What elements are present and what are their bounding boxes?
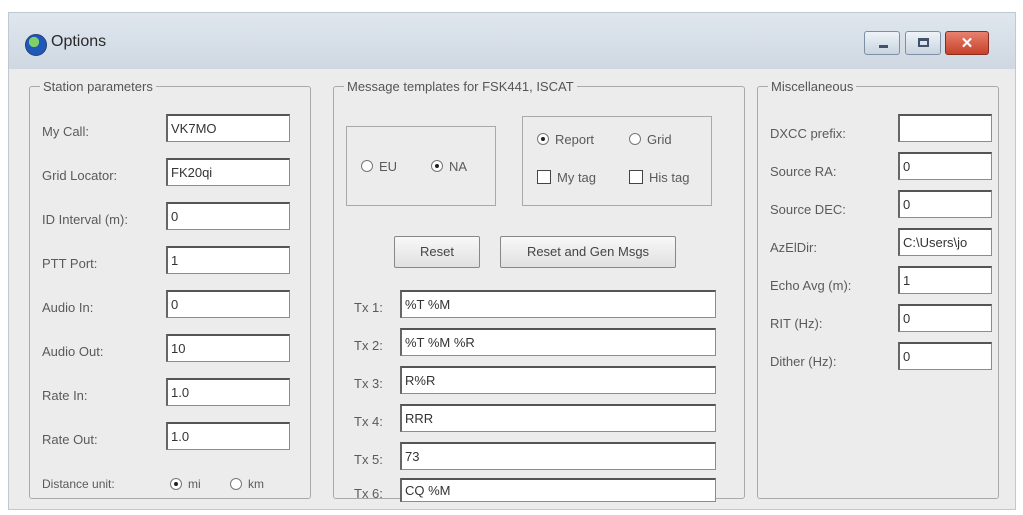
distance-km-radio[interactable] bbox=[230, 478, 242, 490]
tx2-label: Tx 2: bbox=[354, 338, 383, 353]
tx5-label: Tx 5: bbox=[354, 452, 383, 467]
distance-unit-label: Distance unit: bbox=[42, 477, 115, 491]
distance-mi-label: mi bbox=[188, 477, 201, 491]
rate-in-label: Rate In: bbox=[42, 388, 88, 403]
echo-avg-input[interactable]: 1 bbox=[898, 266, 992, 294]
station-parameters-group: Station parameters My Call: VK7MO Grid L… bbox=[29, 79, 311, 499]
options-window: Options ✕ Station parameters My Call: VK… bbox=[8, 12, 1016, 510]
globe-icon bbox=[25, 34, 47, 56]
his-tag-label: His tag bbox=[649, 170, 690, 185]
options-content: Station parameters My Call: VK7MO Grid L… bbox=[21, 73, 1001, 503]
close-button[interactable]: ✕ bbox=[945, 31, 989, 55]
azeldir-input[interactable]: C:\Users\jo bbox=[898, 228, 992, 256]
grid-label: Grid bbox=[647, 132, 672, 147]
my-call-input[interactable]: VK7MO bbox=[166, 114, 290, 142]
rit-input[interactable]: 0 bbox=[898, 304, 992, 332]
maximize-button[interactable] bbox=[905, 31, 941, 55]
region-box: EU NA bbox=[346, 126, 496, 206]
azeldir-label: AzElDir: bbox=[770, 240, 817, 255]
region-na-label: NA bbox=[449, 159, 468, 174]
reset-button[interactable]: Reset bbox=[394, 236, 480, 268]
tx3-label: Tx 3: bbox=[354, 376, 383, 391]
ptt-port-label: PTT Port: bbox=[42, 256, 98, 271]
maximize-icon bbox=[918, 38, 929, 47]
audio-out-input[interactable]: 10 bbox=[166, 334, 290, 362]
id-interval-input[interactable]: 0 bbox=[166, 202, 290, 230]
tx6-input[interactable]: CQ %M bbox=[400, 478, 716, 502]
rit-label: RIT (Hz): bbox=[770, 316, 823, 331]
distance-mi-radio[interactable] bbox=[170, 478, 182, 490]
report-options-box: Report Grid My tag His tag bbox=[522, 116, 712, 206]
tx5-input[interactable]: 73 bbox=[400, 442, 716, 470]
dither-label: Dither (Hz): bbox=[770, 354, 837, 369]
echo-avg-label: Echo Avg (m): bbox=[770, 278, 852, 293]
source-dec-input[interactable]: 0 bbox=[898, 190, 992, 218]
report-label: Report bbox=[555, 132, 595, 147]
region-eu-radio[interactable] bbox=[361, 160, 373, 172]
my-call-label: My Call: bbox=[42, 124, 89, 139]
window-title: Options bbox=[51, 33, 107, 50]
audio-in-input[interactable]: 0 bbox=[166, 290, 290, 318]
miscellaneous-legend: Miscellaneous bbox=[771, 79, 854, 94]
title-bar[interactable]: Options ✕ bbox=[9, 13, 1015, 69]
my-tag-checkbox[interactable] bbox=[537, 170, 551, 184]
id-interval-label: ID Interval (m): bbox=[42, 212, 128, 227]
grid-locator-label: Grid Locator: bbox=[42, 168, 118, 183]
ptt-port-input[interactable]: 1 bbox=[166, 246, 290, 274]
tx1-input[interactable]: %T %M bbox=[400, 290, 716, 318]
message-templates-legend: Message templates for FSK441, ISCAT bbox=[347, 79, 574, 94]
dither-input[interactable]: 0 bbox=[898, 342, 992, 370]
rate-out-label: Rate Out: bbox=[42, 432, 98, 447]
minimize-icon bbox=[879, 45, 888, 48]
close-icon: ✕ bbox=[960, 35, 974, 52]
source-dec-label: Source DEC: bbox=[770, 202, 846, 217]
rate-out-input[interactable]: 1.0 bbox=[166, 422, 290, 450]
distance-km-label: km bbox=[248, 477, 264, 491]
tx3-input[interactable]: R%R bbox=[400, 366, 716, 394]
report-radio[interactable] bbox=[537, 133, 549, 145]
reset-gen-msgs-button[interactable]: Reset and Gen Msgs bbox=[500, 236, 676, 268]
dxcc-prefix-label: DXCC prefix: bbox=[770, 126, 846, 141]
grid-locator-input[interactable]: FK20qi bbox=[166, 158, 290, 186]
audio-out-label: Audio Out: bbox=[42, 344, 104, 359]
source-ra-label: Source RA: bbox=[770, 164, 837, 179]
minimize-button[interactable] bbox=[864, 31, 900, 55]
region-na-radio[interactable] bbox=[431, 160, 443, 172]
station-parameters-legend: Station parameters bbox=[43, 79, 153, 94]
rate-in-input[interactable]: 1.0 bbox=[166, 378, 290, 406]
dxcc-prefix-input[interactable] bbox=[898, 114, 992, 142]
tx4-label: Tx 4: bbox=[354, 414, 383, 429]
tx1-label: Tx 1: bbox=[354, 300, 383, 315]
miscellaneous-group: Miscellaneous DXCC prefix: Source RA: 0 … bbox=[757, 79, 999, 499]
his-tag-checkbox[interactable] bbox=[629, 170, 643, 184]
message-templates-group: Message templates for FSK441, ISCAT EU N… bbox=[333, 79, 745, 502]
audio-in-label: Audio In: bbox=[42, 300, 94, 315]
my-tag-label: My tag bbox=[557, 170, 597, 185]
tx4-input[interactable]: RRR bbox=[400, 404, 716, 432]
grid-radio[interactable] bbox=[629, 133, 641, 145]
region-eu-label: EU bbox=[379, 159, 398, 174]
tx2-input[interactable]: %T %M %R bbox=[400, 328, 716, 356]
tx6-label: Tx 6: bbox=[354, 486, 383, 501]
source-ra-input[interactable]: 0 bbox=[898, 152, 992, 180]
